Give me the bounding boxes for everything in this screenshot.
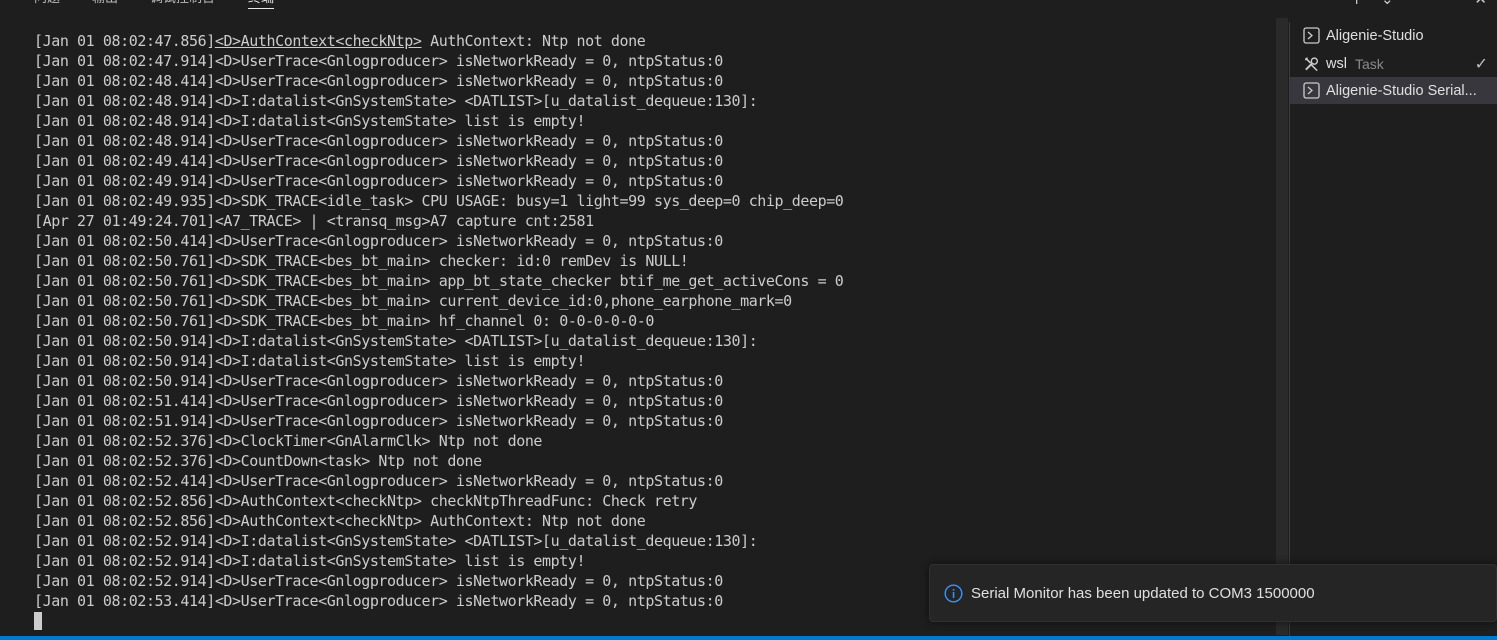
terminal-line: [Jan 01 08:02:50.914]<D>I:datalist<GnSys… <box>34 352 586 370</box>
maximize-panel-icon[interactable]: ^ <box>1444 0 1457 7</box>
tab-debug-console[interactable]: 调试控制台 <box>150 0 215 8</box>
terminal-icon <box>1303 27 1320 44</box>
close-panel-icon[interactable]: ✕ <box>1474 0 1487 7</box>
terminal-line: [Jan 01 08:02:49.914]<D>UserTrace<Gnlogp… <box>34 172 723 190</box>
notification-toast[interactable]: Serial Monitor has been updated to COM3 … <box>929 564 1497 622</box>
vscode-panel: 问题 输出 调试控制台 终端 + ⌄ ··· ^ ✕ [Jan 01 08:02… <box>0 0 1497 640</box>
terminal-line: [Jan 01 08:02:52.856]<D>AuthContext<chec… <box>34 492 698 510</box>
terminal-cursor <box>34 612 42 630</box>
info-icon <box>944 583 963 603</box>
terminal-line: [Jan 01 08:02:48.914]<D>UserTrace<Gnlogp… <box>34 132 723 150</box>
terminal-tab-label: Aligenie-Studio Serial... <box>1326 82 1477 99</box>
terminal-line: [Jan 01 08:02:50.761]<D>SDK_TRACE<bes_bt… <box>34 272 844 290</box>
terminal-line: [Jan 01 08:02:49.414]<D>UserTrace<Gnlogp… <box>34 152 723 170</box>
terminal-line: [Jan 01 08:02:50.761]<D>SDK_TRACE<bes_bt… <box>34 312 654 330</box>
terminal-line: [Jan 01 08:02:52.376]<D>ClockTimer<GnAla… <box>34 432 543 450</box>
tab-problems[interactable]: 问题 <box>34 0 60 8</box>
terminal-tab-label: wsl <box>1326 55 1347 72</box>
terminal-line: [Apr 27 01:49:24.701]<A7_TRACE> | <trans… <box>34 212 594 230</box>
terminal-line: [Jan 01 08:02:50.914]<D>I:datalist<GnSys… <box>34 332 758 350</box>
terminal-line: [Jan 01 08:02:52.376]<D>CountDown<task> … <box>34 452 482 470</box>
terminal-icon <box>1303 82 1320 99</box>
terminal-line: [Jan 01 08:02:50.414]<D>UserTrace<Gnlogp… <box>34 232 723 250</box>
terminal-line: [Jan 01 08:02:50.761]<D>SDK_TRACE<bes_bt… <box>34 252 689 270</box>
terminal-tabs-list: Aligenie-Studio wsl Task ✓ Aligenie-Stud… <box>1289 22 1497 640</box>
terminal-link[interactable]: <D>AuthContext<checkNtp> <box>215 32 422 50</box>
terminal-tab-label: Aligenie-Studio <box>1326 27 1424 44</box>
terminal-line: [Jan 01 08:02:47.856]<D>AuthContext<chec… <box>34 32 646 50</box>
terminal-tab-sub: Task <box>1354 55 1384 72</box>
terminal-output[interactable]: [Jan 01 08:02:47.856]<D>AuthContext<chec… <box>34 31 1274 631</box>
panel-tab-bar: 问题 输出 调试控制台 终端 <box>0 0 1497 12</box>
check-icon: ✓ <box>1474 56 1488 73</box>
terminal-line: [Jan 01 08:02:48.914]<D>I:datalist<GnSys… <box>34 112 586 130</box>
notification-message: Serial Monitor has been updated to COM3 … <box>971 584 1315 602</box>
terminal-line: [Jan 01 08:02:48.914]<D>I:datalist<GnSys… <box>34 92 758 110</box>
status-bar <box>0 636 1497 640</box>
terminal-line: [Jan 01 08:02:47.914]<D>UserTrace<Gnlogp… <box>34 52 723 70</box>
more-actions-icon[interactable]: ··· <box>1412 0 1426 7</box>
terminal-line: [Jan 01 08:02:52.856]<D>AuthContext<chec… <box>34 512 646 530</box>
terminal-tab-aligenie-serial[interactable]: Aligenie-Studio Serial... <box>1290 77 1497 104</box>
terminal-line: [Jan 01 08:02:49.935]<D>SDK_TRACE<idle_t… <box>34 192 844 210</box>
terminal-tab-aligenie-studio[interactable]: Aligenie-Studio <box>1290 22 1497 49</box>
terminal-line: [Jan 01 08:02:48.414]<D>UserTrace<Gnlogp… <box>34 72 723 90</box>
terminal-line: [Jan 01 08:02:50.914]<D>UserTrace<Gnlogp… <box>34 372 723 390</box>
tools-icon <box>1303 55 1320 72</box>
new-terminal-icon[interactable]: + <box>1350 0 1363 7</box>
chevron-down-icon[interactable]: ⌄ <box>1381 0 1394 7</box>
terminal-tab-wsl[interactable]: wsl Task ✓ <box>1290 50 1497 77</box>
terminal-line: [Jan 01 08:02:52.914]<D>I:datalist<GnSys… <box>34 532 758 550</box>
tab-terminal[interactable]: 终端 <box>248 0 275 9</box>
tab-output[interactable]: 输出 <box>92 0 118 8</box>
terminal-line: [Jan 01 08:02:50.761]<D>SDK_TRACE<bes_bt… <box>34 292 792 310</box>
panel-actions: + ⌄ ··· ^ ✕ <box>1350 0 1487 7</box>
terminal-scrollbar[interactable] <box>1276 18 1288 635</box>
terminal-line: [Jan 01 08:02:51.914]<D>UserTrace<Gnlogp… <box>34 412 723 430</box>
terminal-line: [Jan 01 08:02:52.414]<D>UserTrace<Gnlogp… <box>34 472 723 490</box>
terminal-line: [Jan 01 08:02:51.414]<D>UserTrace<Gnlogp… <box>34 392 723 410</box>
